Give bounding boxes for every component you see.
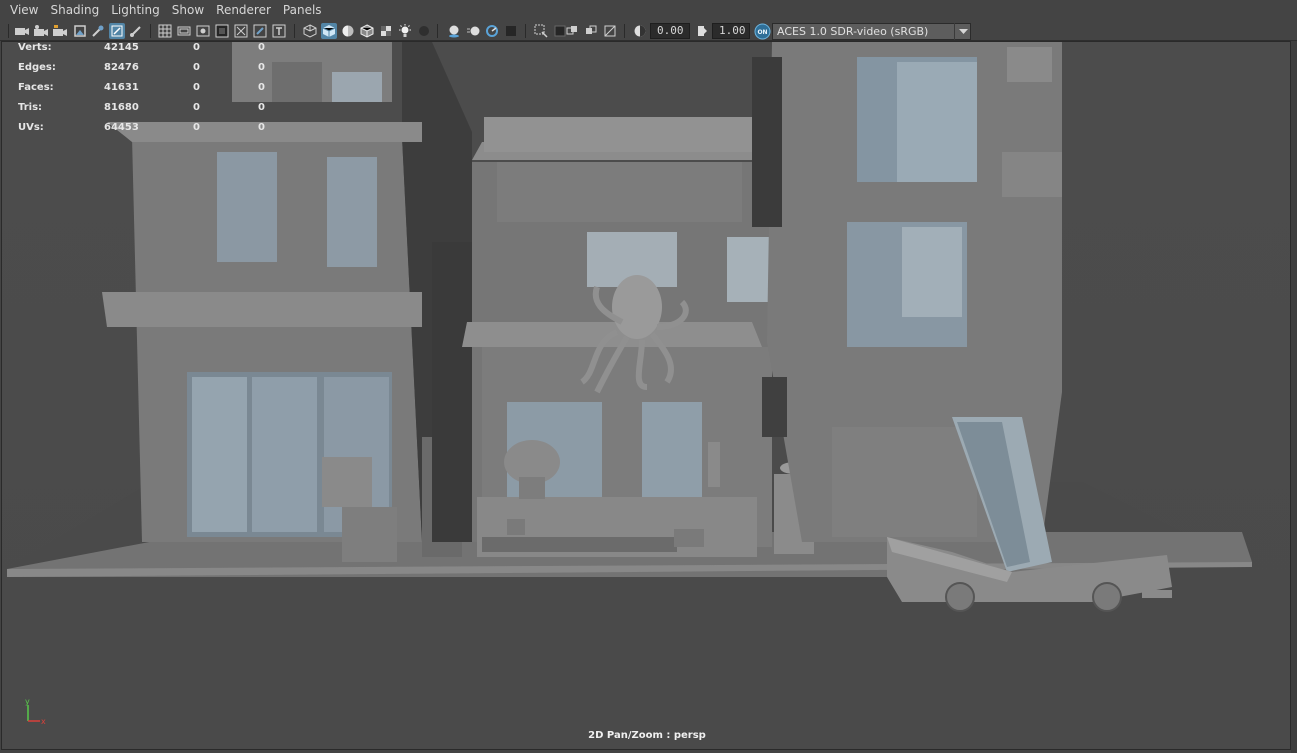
use-all-lights-icon[interactable] (397, 23, 413, 39)
color-management-label: ON (757, 29, 767, 36)
menu-shading[interactable]: Shading (44, 0, 105, 21)
film-gate-icon[interactable] (176, 23, 192, 39)
maya-viewport-panel: View Shading Lighting Show Renderer Pane… (0, 0, 1297, 753)
wireframe-on-shaded-icon[interactable] (359, 23, 375, 39)
gate-mask-icon[interactable] (214, 23, 230, 39)
smooth-shade-icon[interactable] (321, 23, 337, 39)
panel-edge (1291, 41, 1297, 753)
hud-label: UVs: (18, 122, 44, 133)
hud-value: 82476 (104, 62, 139, 73)
gamma-field[interactable]: 1.00 (712, 23, 750, 39)
hud-value: 64453 (104, 122, 139, 133)
menu-panels[interactable]: Panels (277, 0, 328, 21)
wireframe-icon[interactable] (302, 23, 318, 39)
camera-attributes-icon[interactable] (33, 23, 49, 39)
color-management-toggle[interactable]: ON (754, 23, 771, 40)
hud-value: 0 (258, 102, 265, 113)
menu-view[interactable]: View (4, 0, 44, 21)
screen-space-ao-icon[interactable] (446, 23, 462, 39)
menu-show[interactable]: Show (166, 0, 210, 21)
hud-label: Faces: (18, 82, 54, 93)
hud-value: 0 (258, 42, 265, 53)
hud-value: 42145 (104, 42, 139, 53)
exposure-field[interactable]: 0.00 (650, 23, 690, 39)
toolbar-grip (8, 24, 9, 38)
panel-menu-bar: View Shading Lighting Show Renderer Pane… (0, 0, 1297, 21)
hud-label: Edges: (18, 62, 56, 73)
grease-pencil-icon[interactable] (109, 23, 125, 39)
hud-value: 41631 (104, 82, 139, 93)
hud-value: 0 (258, 82, 265, 93)
toolbar-separator (525, 24, 526, 38)
xray-joints-icon[interactable] (564, 23, 580, 39)
hud-label: Tris: (18, 102, 43, 113)
toolbar-separator (150, 24, 151, 38)
menu-lighting[interactable]: Lighting (105, 0, 166, 21)
toolbar-separator (624, 24, 625, 38)
hud-value: 0 (193, 62, 200, 73)
axis-y-label: y (25, 697, 30, 706)
bookmark-camera-icon[interactable] (52, 23, 68, 39)
field-chart-icon[interactable] (233, 23, 249, 39)
chevron-down-icon[interactable] (954, 23, 971, 40)
shadows-icon[interactable] (416, 23, 432, 39)
toolbar-separator (294, 24, 295, 38)
camera-label: 2D Pan/Zoom : persp (588, 730, 706, 741)
two-d-pan-zoom-icon[interactable] (90, 23, 106, 39)
resolution-gate-icon[interactable] (195, 23, 211, 39)
depth-of-field-icon[interactable] (503, 23, 519, 39)
3d-viewport[interactable]: Verts: 42145 0 0 Edges: 82476 0 0 Faces:… (1, 41, 1291, 750)
grid-icon[interactable] (157, 23, 173, 39)
select-camera-icon[interactable] (14, 23, 30, 39)
gamma-icon[interactable] (694, 23, 710, 39)
brush-icon[interactable] (128, 23, 144, 39)
safe-action-icon[interactable] (252, 23, 268, 39)
hud-value: 0 (193, 82, 200, 93)
default-material-icon[interactable] (340, 23, 356, 39)
safe-title-icon[interactable] (271, 23, 287, 39)
hud-value: 0 (193, 102, 200, 113)
hud-value: 81680 (104, 102, 139, 113)
exposure-icon[interactable] (632, 23, 648, 39)
right-building (752, 42, 1062, 572)
anti-aliasing-icon[interactable] (484, 23, 500, 39)
view-transform-dropdown[interactable]: ACES 1.0 SDR-video (sRGB) (772, 23, 971, 40)
hud-value: 0 (258, 62, 265, 73)
toolbar-separator (437, 24, 438, 38)
axis-x-label: x (41, 717, 46, 726)
hud-value: 0 (193, 42, 200, 53)
xray-active-components-icon[interactable] (583, 23, 599, 39)
textured-icon[interactable] (378, 23, 394, 39)
hud-value: 0 (193, 122, 200, 133)
menu-renderer[interactable]: Renderer (210, 0, 277, 21)
scene-render (2, 42, 1290, 749)
hud-value: 0 (258, 122, 265, 133)
panel-toolbar: 0.00 1.00 ON ACES 1.0 SDR-video (sRGB) (0, 21, 1297, 41)
view-axis-gizmo: y x (20, 697, 50, 727)
image-plane-icon[interactable] (72, 23, 88, 39)
isolate-select-icon[interactable] (533, 23, 549, 39)
motion-blur-icon[interactable] (465, 23, 481, 39)
hud-label: Verts: (18, 42, 52, 53)
backface-culling-icon[interactable] (602, 23, 618, 39)
